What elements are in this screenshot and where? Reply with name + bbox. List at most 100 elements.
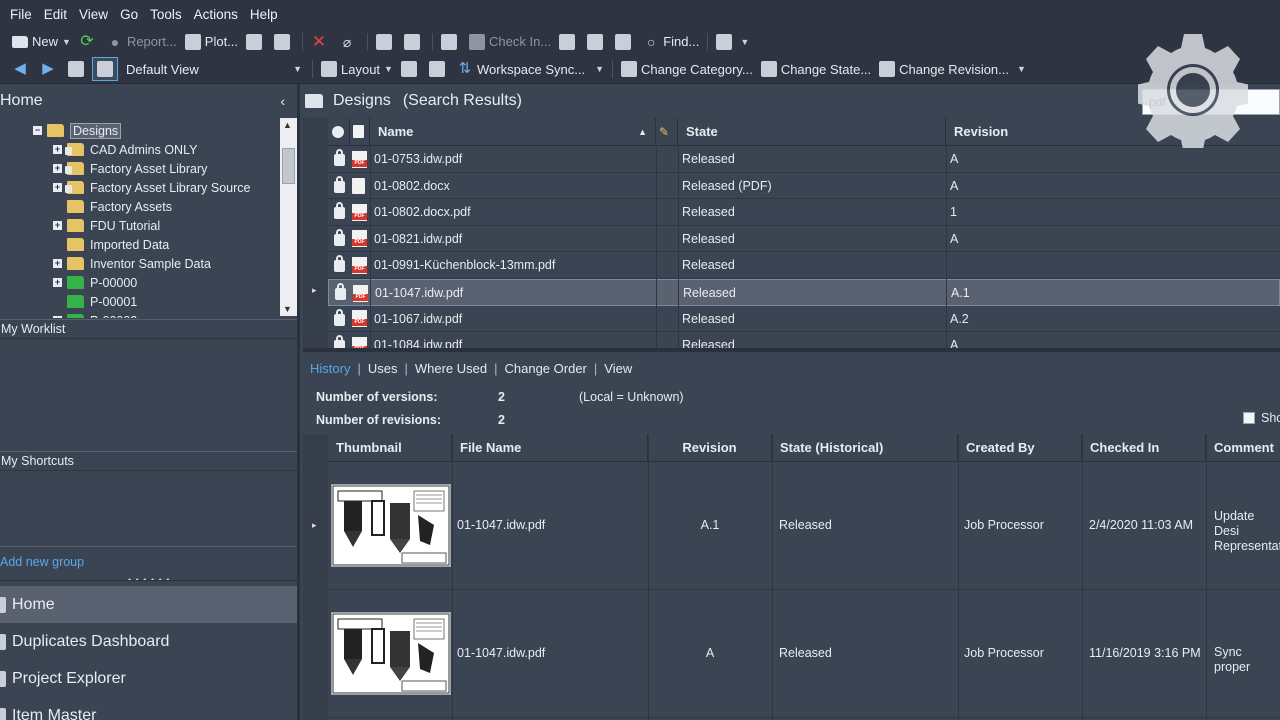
state-column-header[interactable]: State (678, 118, 946, 146)
tree-item[interactable]: + Factory Asset Library Source (53, 178, 250, 197)
drawing-thumbnail[interactable] (331, 611, 451, 695)
show-all-checkbox[interactable] (1243, 412, 1255, 424)
expand-icon[interactable]: + (53, 221, 62, 230)
nav-project-explorer-button[interactable]: Project Explorer (0, 660, 297, 697)
menu-edit[interactable]: Edit (44, 7, 67, 22)
tab-where-used[interactable]: Where Used (415, 361, 487, 376)
search-folders-button[interactable] (425, 57, 453, 81)
file-row[interactable]: 01-1067.idw.pdf Released A.2 (328, 306, 1280, 333)
expand-icon[interactable]: + (53, 259, 62, 268)
tree-scrollbar[interactable]: ▲ ▼ (280, 118, 297, 316)
expand-icon[interactable]: + (53, 278, 62, 287)
tab-change-order[interactable]: Change Order (505, 361, 587, 376)
tree-item[interactable]: − Designs (33, 121, 122, 140)
drawing-thumbnail[interactable] (331, 483, 451, 567)
layout-button[interactable]: Layout ▼ (317, 57, 397, 81)
collapse-icon[interactable]: − (33, 126, 42, 135)
expand-icon[interactable]: + (53, 145, 62, 154)
toggle-pane-button[interactable] (92, 57, 118, 81)
tree-item[interactable]: + P-00002 (53, 311, 137, 318)
check-out-button[interactable] (555, 30, 583, 54)
copy-design-button[interactable] (437, 30, 465, 54)
change-category-button[interactable]: Change Category... (617, 57, 757, 81)
created-by-column-header[interactable]: Created By (958, 434, 1082, 462)
comment-column-header[interactable]: Comment (1206, 434, 1280, 462)
scroll-thumb[interactable] (282, 148, 295, 184)
menu-tools[interactable]: Tools (150, 7, 182, 22)
change-state-button[interactable]: Change State... (757, 57, 875, 81)
nav-home-button[interactable]: Home (0, 586, 297, 623)
file-row[interactable]: 01-0802.docx.pdf Released 1 (328, 199, 1280, 226)
change-revision-button[interactable]: Change Revision... ▼ (875, 57, 1030, 81)
tab-uses[interactable]: Uses (368, 361, 398, 376)
tree-item[interactable]: + FDU Tutorial (53, 216, 160, 235)
tree-item[interactable]: Factory Assets (53, 197, 172, 216)
file-row[interactable]: 01-1047.idw.pdf Released A.1 (328, 279, 1280, 306)
list-view-button[interactable] (397, 57, 425, 81)
expand-icon[interactable]: + (53, 316, 62, 318)
plot-button[interactable]: Plot... (181, 30, 242, 54)
workspace-sync-button[interactable]: ⇅ Workspace Sync... ▼ (453, 57, 608, 81)
file-row[interactable]: 01-0802.docx Released (PDF) A (328, 173, 1280, 200)
print-icon (246, 33, 263, 50)
add-file-button[interactable] (372, 30, 400, 54)
revision-column-header[interactable]: Revision (648, 434, 772, 462)
print-preview-button[interactable] (270, 30, 298, 54)
share-button[interactable] (400, 30, 428, 54)
pane-splitter[interactable] (303, 348, 1280, 352)
attach-button[interactable]: ⌀ (335, 30, 363, 54)
category-column-header[interactable]: ✎ (656, 118, 678, 146)
nav-item-master-button[interactable]: Item Master (0, 697, 297, 720)
history-row[interactable]: 01-1047.idw.pdf A Released Job Processor 11/… (328, 590, 1280, 718)
file-row[interactable]: 01-0753.idw.pdf Released A (328, 146, 1280, 173)
tree-item[interactable]: + P-00000 (53, 273, 137, 292)
file-name-column-header[interactable]: File Name (452, 434, 648, 462)
get-latest-button[interactable] (611, 30, 639, 54)
tree-item[interactable]: P-00001 (53, 292, 137, 311)
status-column-header[interactable] (328, 118, 350, 146)
menu-actions[interactable]: Actions (194, 7, 238, 22)
nav-duplicates-dashboard-button[interactable]: Duplicates Dashboard (0, 623, 297, 660)
file-row[interactable]: 01-1084.idw.pdf Released A (328, 332, 1280, 348)
checked-in-column-header[interactable]: Checked In (1082, 434, 1206, 462)
print-button[interactable] (242, 30, 270, 54)
expand-icon[interactable]: + (53, 183, 62, 192)
history-row[interactable]: 01-1047.idw.pdf A.1 Released Job Processor 2… (328, 462, 1280, 590)
menu-help[interactable]: Help (250, 7, 278, 22)
tree-item[interactable]: + Inventor Sample Data (53, 254, 211, 273)
up-folder-button[interactable] (64, 57, 92, 81)
grid-column-line (1206, 434, 1207, 720)
collapse-pane-icon[interactable]: ‹ (280, 93, 285, 109)
forward-button[interactable]: ▶ (36, 57, 64, 81)
find-button[interactable]: ○ Find... (639, 30, 703, 54)
view-selector[interactable]: Default View ▼ (118, 58, 308, 80)
scroll-down-icon[interactable]: ▼ (283, 304, 292, 314)
tree-item[interactable]: Imported Data (53, 235, 169, 254)
tree-item[interactable]: + CAD Admins ONLY (53, 140, 197, 159)
tab-view[interactable]: View (604, 361, 632, 376)
file-row[interactable]: 01-0821.idw.pdf Released A (328, 226, 1280, 253)
refresh-button[interactable]: ⟳ (75, 30, 103, 54)
check-in-button[interactable]: Check In... (465, 30, 555, 54)
name-column-header[interactable]: Name ▲ (370, 118, 656, 146)
report-button[interactable]: ● Report... (103, 30, 181, 54)
expand-icon[interactable]: + (53, 164, 62, 173)
scroll-up-icon[interactable]: ▲ (283, 120, 292, 130)
file-row[interactable]: 01-0991-Küchenblock-13mm.pdf Released (328, 252, 1280, 279)
menu-view[interactable]: View (79, 7, 108, 22)
delete-button[interactable]: ✕ (307, 30, 335, 54)
menu-file[interactable]: File (10, 7, 32, 22)
tree-item[interactable]: + Factory Asset Library (53, 159, 207, 178)
menu-go[interactable]: Go (120, 7, 138, 22)
my-shortcuts-header[interactable]: My Shortcuts (0, 451, 297, 471)
more-tools-button[interactable]: ▼ (712, 30, 753, 54)
undo-checkout-button[interactable] (583, 30, 611, 54)
my-worklist-header[interactable]: My Worklist (0, 319, 297, 339)
tab-history[interactable]: History (310, 361, 350, 376)
thumbnail-column-header[interactable]: Thumbnail (328, 434, 452, 462)
back-button[interactable]: ◀ (0, 57, 36, 81)
new-button[interactable]: New ▼ (0, 30, 75, 54)
add-new-group-link[interactable]: Add new group (0, 555, 84, 569)
type-column-header[interactable] (350, 118, 370, 146)
state-historical-column-header[interactable]: State (Historical) (772, 434, 958, 462)
